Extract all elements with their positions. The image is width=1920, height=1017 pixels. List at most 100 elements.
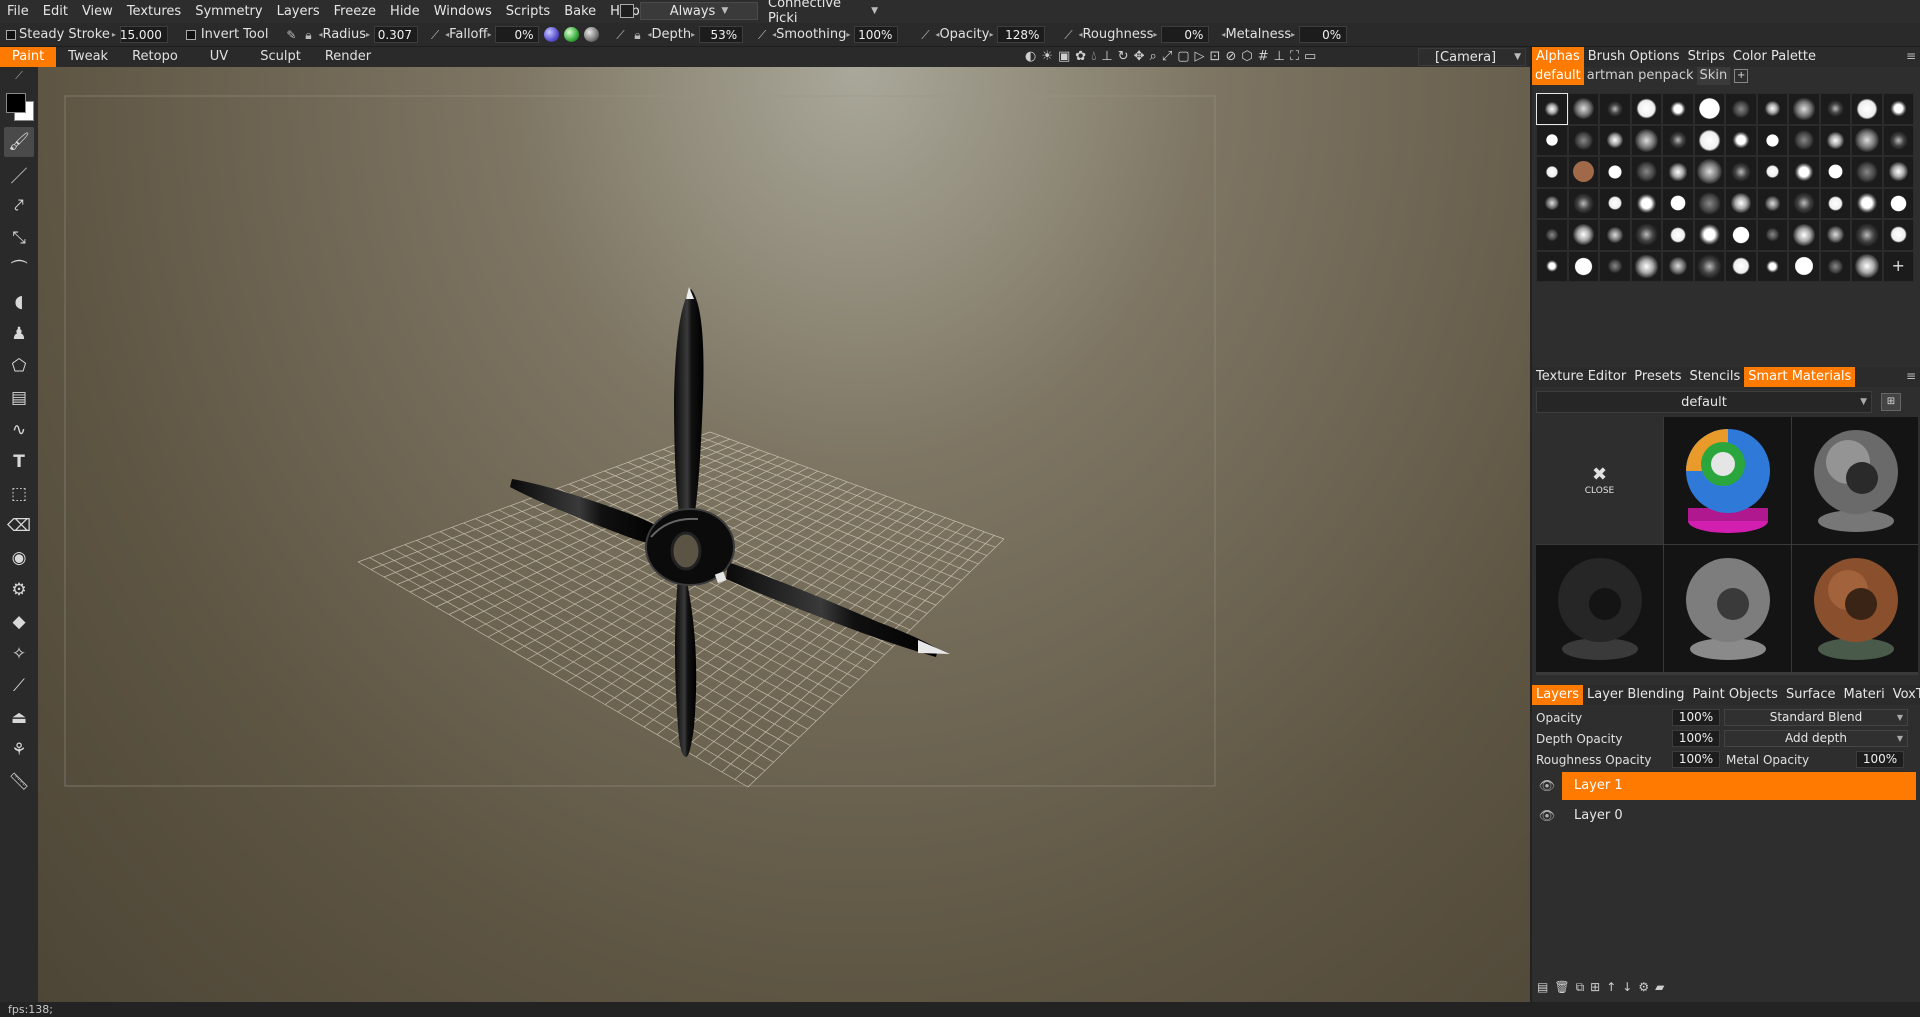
frame-icon[interactable]: ⛶ bbox=[1290, 49, 1299, 64]
alpha-brush-item[interactable] bbox=[1630, 156, 1662, 188]
alpha-brush-item[interactable] bbox=[1536, 93, 1568, 125]
color-swatches[interactable] bbox=[4, 91, 34, 125]
no-icon[interactable]: ⊘ bbox=[1225, 49, 1236, 64]
tab-materials[interactable]: Materi bbox=[1839, 685, 1888, 705]
tab-paint[interactable]: Paint bbox=[0, 47, 57, 67]
move-down-icon[interactable]: ↓ bbox=[1622, 980, 1632, 995]
alpha-brush-item[interactable] bbox=[1756, 219, 1788, 251]
camera-dropdown[interactable]: [Camera] ▼ bbox=[1418, 48, 1526, 66]
always-dropdown[interactable]: Always ▼ bbox=[640, 2, 758, 20]
tab-smart-materials[interactable]: Smart Materials bbox=[1744, 367, 1856, 387]
screenshot-icon[interactable]: ▢ bbox=[1177, 49, 1189, 64]
move-up-icon[interactable]: ↑ bbox=[1606, 980, 1616, 995]
alpha-brush-item[interactable] bbox=[1851, 156, 1883, 188]
menu-scripts[interactable]: Scripts bbox=[499, 4, 557, 19]
alpha-brush-item[interactable] bbox=[1693, 187, 1725, 219]
roughness-opacity-field[interactable]: 100% bbox=[1672, 751, 1720, 768]
gear-tool-icon[interactable]: ⚙ bbox=[4, 575, 34, 605]
subtab-default[interactable]: default bbox=[1532, 67, 1584, 85]
alpha-brush-item[interactable] bbox=[1851, 124, 1883, 156]
alpha-brush-item[interactable] bbox=[1851, 250, 1883, 282]
menu-windows[interactable]: Windows bbox=[427, 4, 499, 19]
pivot-icon[interactable]: ⊥ bbox=[1101, 49, 1112, 64]
menu-layers[interactable]: Layers bbox=[270, 4, 327, 19]
tab-render[interactable]: Render bbox=[313, 47, 383, 67]
tab-surface[interactable]: Surface bbox=[1782, 685, 1840, 705]
alpha-brush-item[interactable] bbox=[1725, 93, 1757, 125]
alpha-brush-item[interactable] bbox=[1725, 250, 1757, 282]
alpha-brush-item[interactable] bbox=[1819, 187, 1851, 219]
move-icon[interactable]: ✥ bbox=[1134, 49, 1145, 64]
alpha-brush-item[interactable] bbox=[1536, 219, 1568, 251]
tab-voxtree[interactable]: VoxTree bbox=[1889, 685, 1920, 705]
alpha-brush-item[interactable] bbox=[1662, 93, 1694, 125]
alpha-brush-item[interactable] bbox=[1788, 219, 1820, 251]
tab-color-palette[interactable]: Color Palette bbox=[1729, 47, 1820, 67]
invert-tool-checkbox[interactable] bbox=[185, 29, 196, 40]
alpha-brush-item[interactable] bbox=[1599, 124, 1631, 156]
alpha-brush-item[interactable] bbox=[1851, 187, 1883, 219]
lock-icon[interactable]: 🔒︎ bbox=[630, 28, 644, 42]
tab-presets[interactable]: Presets bbox=[1630, 367, 1685, 387]
menu-textures[interactable]: Textures bbox=[120, 4, 188, 19]
axis-icon[interactable]: ⊥ bbox=[1274, 49, 1285, 64]
alpha-brush-item[interactable] bbox=[1567, 156, 1599, 188]
alpha-brush-item[interactable] bbox=[1725, 124, 1757, 156]
eye-icon[interactable]: 👁︎ bbox=[1532, 809, 1562, 824]
curve-tool-icon[interactable]: ∿ bbox=[4, 415, 34, 445]
steady-stroke-checkbox[interactable] bbox=[6, 29, 16, 40]
tab-retopo[interactable]: Retopo bbox=[120, 47, 190, 67]
alpha-brush-item[interactable] bbox=[1788, 250, 1820, 282]
blend-mode-dropdown[interactable]: Standard Blend ▼ bbox=[1724, 709, 1908, 726]
alpha-brush-item[interactable] bbox=[1662, 219, 1694, 251]
menu-hide[interactable]: Hide bbox=[383, 4, 427, 19]
alpha-brush-item[interactable]: + bbox=[1882, 250, 1914, 282]
alpha-brush-item[interactable] bbox=[1599, 250, 1631, 282]
material-metal-chrome[interactable] bbox=[1792, 417, 1918, 544]
add-alpha-set-icon[interactable]: + bbox=[1734, 69, 1749, 83]
alpha-brush-item[interactable] bbox=[1536, 187, 1568, 219]
layer-settings-icon[interactable]: ⚙ bbox=[1638, 980, 1649, 995]
alpha-brush-item[interactable] bbox=[1630, 124, 1662, 156]
close-button[interactable]: ✖ CLOSE bbox=[1536, 417, 1663, 544]
always-checkbox[interactable] bbox=[620, 4, 634, 18]
alpha-brush-item[interactable] bbox=[1599, 219, 1631, 251]
foreground-color-swatch[interactable] bbox=[6, 93, 26, 113]
tab-sculpt[interactable]: Sculpt bbox=[248, 47, 313, 67]
alpha-brush-item[interactable] bbox=[1567, 93, 1599, 125]
tab-brush-options[interactable]: Brush Options bbox=[1584, 47, 1684, 67]
tab-layer-blending[interactable]: Layer Blending bbox=[1583, 685, 1689, 705]
cube-icon[interactable]: ⬡ bbox=[1241, 49, 1252, 64]
metal-opacity-field[interactable]: 100% bbox=[1856, 751, 1904, 768]
layer-row-layer-1[interactable]: 👁︎ Layer 1 bbox=[1532, 772, 1920, 800]
alpha-brush-item[interactable] bbox=[1882, 156, 1914, 188]
add-preset-icon[interactable]: ⊞ bbox=[1881, 393, 1901, 411]
shading-icon[interactable]: ◐ bbox=[1025, 49, 1036, 64]
alpha-brush-item[interactable] bbox=[1536, 156, 1568, 188]
tab-texture-editor[interactable]: Texture Editor bbox=[1532, 367, 1630, 387]
shader-sphere-green-icon[interactable] bbox=[564, 27, 580, 42]
layer-name[interactable]: Layer 1 bbox=[1562, 772, 1916, 800]
delete-layer-icon[interactable]: 🗑︎ bbox=[1554, 980, 1569, 995]
alpha-brush-item[interactable] bbox=[1756, 250, 1788, 282]
clone-stamp-tool-icon[interactable]: ♟ bbox=[4, 319, 34, 349]
depth-opacity-field[interactable]: 100% bbox=[1672, 730, 1720, 747]
alpha-brush-item[interactable] bbox=[1599, 93, 1631, 125]
alpha-brush-item[interactable] bbox=[1788, 156, 1820, 188]
menu-edit[interactable]: Edit bbox=[36, 4, 75, 19]
alpha-brush-item[interactable] bbox=[1725, 156, 1757, 188]
fit-icon[interactable]: ⤢ bbox=[1162, 49, 1172, 64]
alpha-brush-item[interactable] bbox=[1882, 124, 1914, 156]
alpha-brush-item[interactable] bbox=[1693, 93, 1725, 125]
play-icon[interactable]: ▷ bbox=[1195, 49, 1205, 64]
transform-tool-icon[interactable]: ⬚ bbox=[4, 479, 34, 509]
alpha-brush-item[interactable] bbox=[1788, 187, 1820, 219]
alpha-brush-item[interactable] bbox=[1662, 156, 1694, 188]
butterfly-tool-icon[interactable]: ⚘ bbox=[4, 735, 34, 765]
alpha-brush-item[interactable] bbox=[1851, 93, 1883, 125]
alpha-brush-item[interactable] bbox=[1693, 219, 1725, 251]
alpha-brush-item[interactable] bbox=[1756, 156, 1788, 188]
roughness-field[interactable]: 0% bbox=[1161, 26, 1210, 43]
material-worn-steel[interactable] bbox=[1664, 545, 1791, 672]
alpha-brush-item[interactable] bbox=[1819, 124, 1851, 156]
